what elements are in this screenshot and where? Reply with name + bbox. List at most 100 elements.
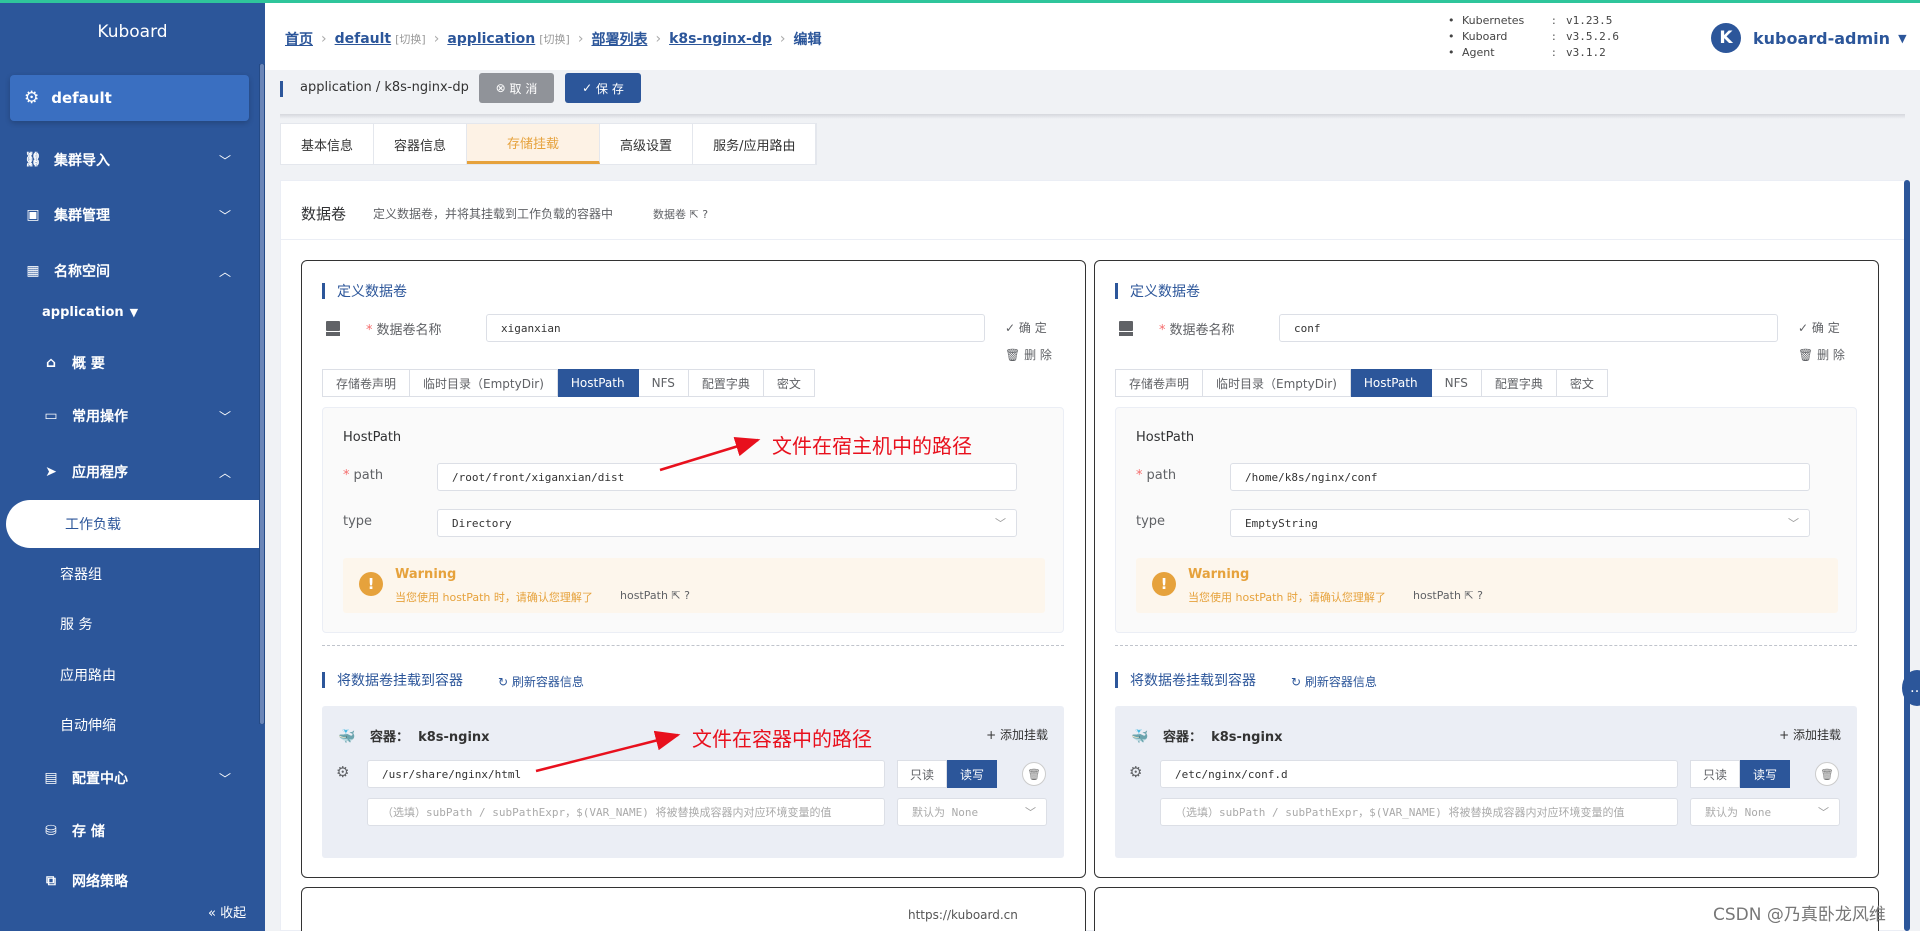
footer-link[interactable]: https://kuboard.cn: [908, 908, 1018, 922]
add-mount-button[interactable]: + 添加挂载: [986, 726, 1048, 743]
delete-button[interactable]: 🗑 删 除: [1798, 346, 1845, 363]
tab-advanced[interactable]: 高级设置: [600, 124, 694, 164]
delete-button[interactable]: 🗑 删 除: [1005, 346, 1052, 363]
access-mode-toggle: 只读 读写: [1690, 760, 1791, 788]
cluster-switch-link[interactable]: [切换]: [395, 31, 426, 47]
disk-icon: [326, 321, 340, 337]
confirm-button[interactable]: ✓ 确 定: [1005, 319, 1047, 336]
avatar: K: [1711, 23, 1741, 53]
volumes-doc-link[interactable]: 数据卷 ⇱ ?: [653, 206, 708, 222]
sidebar-item-autoscaling[interactable]: 自动伸缩: [60, 715, 116, 735]
check-icon: ✓: [1798, 321, 1809, 335]
warning-icon: !: [359, 572, 383, 596]
hostpath-type-select[interactable]: EmptyString ﹀: [1230, 509, 1810, 537]
vtab-secret[interactable]: 密文: [763, 369, 815, 397]
remove-mount-button[interactable]: 🗑: [1815, 762, 1839, 786]
vtab-pvc[interactable]: 存储卷声明: [1115, 369, 1204, 397]
section-define-volume: 定义数据卷: [322, 281, 407, 301]
vtab-pvc[interactable]: 存储卷声明: [322, 369, 411, 397]
vtab-hostpath[interactable]: HostPath: [1350, 369, 1432, 397]
subpath-mode-select[interactable]: 默认为 None ﹀: [897, 798, 1047, 826]
version-row: • Kubernetes: v1.23.5: [1448, 14, 1613, 27]
hostpath-doc-link[interactable]: hostPath ⇱ ?: [620, 589, 690, 602]
sidebar-item-cluster-import[interactable]: ⛓ 集群导入 ﹀: [0, 140, 259, 180]
volume-type-tabs: 存储卷声明 临时目录（EmptyDir) HostPath NFS 配置字典 密…: [322, 369, 815, 397]
tab-container-info[interactable]: 容器信息: [374, 124, 468, 164]
vtab-configmap[interactable]: 配置字典: [688, 369, 764, 397]
action-bar-marker: [280, 81, 283, 97]
brand-logo[interactable]: Kuboard: [0, 0, 265, 64]
namespace-switch-link[interactable]: [切换]: [539, 31, 570, 47]
confirm-button[interactable]: ✓ 确 定: [1798, 319, 1840, 336]
readwrite-option[interactable]: 读写: [1740, 760, 1791, 788]
sidebar-item-network-policy[interactable]: ⧉ 网络策略: [0, 861, 259, 901]
hostpath-doc-link[interactable]: hostPath ⇱ ?: [1413, 589, 1483, 602]
subpath-mode-select[interactable]: 默认为 None ﹀: [1690, 798, 1840, 826]
tab-service-route[interactable]: 服务/应用路由: [693, 124, 817, 164]
sidebar-item-config-center[interactable]: ▤ 配置中心 ﹀: [0, 758, 259, 798]
save-button[interactable]: ✓ 保 存: [565, 73, 641, 103]
breadcrumb-deployment[interactable]: k8s-nginx-dp: [669, 31, 772, 47]
chevron-down-icon: ﹀: [218, 409, 231, 424]
breadcrumb-namespace[interactable]: application: [447, 31, 535, 47]
mount-path-input[interactable]: /etc/nginx/conf.d: [1160, 760, 1678, 788]
disk-icon: [1119, 321, 1133, 337]
docker-icon: 🐳: [1131, 729, 1149, 745]
collapse-sidebar-button[interactable]: « 收起: [208, 902, 246, 921]
host-path-input[interactable]: /home/k8s/nginx/conf: [1230, 463, 1810, 491]
breadcrumb-home[interactable]: 首页: [285, 29, 313, 49]
mount-path-input[interactable]: /usr/share/nginx/html: [367, 760, 885, 788]
hostpath-type-select[interactable]: Directory ﹀: [437, 509, 1017, 537]
refresh-container-button[interactable]: ↻ 刷新容器信息: [1291, 673, 1377, 690]
user-menu[interactable]: K kuboard-admin ▼: [1711, 23, 1907, 53]
tab-storage-mount[interactable]: 存储挂载: [467, 124, 601, 164]
breadcrumb-deployment-list[interactable]: 部署列表: [591, 29, 647, 49]
volume-name-input[interactable]: conf: [1279, 314, 1778, 342]
breadcrumb-cluster[interactable]: default: [335, 31, 392, 47]
subpath-input[interactable]: （选填）subPath / subPathExpr，$(VAR_NAME) 将被…: [1160, 798, 1678, 826]
refresh-container-button[interactable]: ↻ 刷新容器信息: [498, 673, 584, 690]
remove-mount-button[interactable]: 🗑: [1022, 762, 1046, 786]
namespace-selector[interactable]: application ▼: [42, 305, 138, 320]
vtab-configmap[interactable]: 配置字典: [1481, 369, 1557, 397]
readonly-option[interactable]: 只读: [1690, 760, 1741, 788]
vtab-emptydir[interactable]: 临时目录（EmptyDir): [1203, 369, 1351, 397]
cancel-button[interactable]: ⊗ 取 消: [479, 73, 554, 103]
add-mount-button[interactable]: + 添加挂载: [1779, 726, 1841, 743]
path-label: * path: [343, 468, 384, 483]
subpath-input[interactable]: （选填）subPath / subPathExpr，$(VAR_NAME) 将被…: [367, 798, 885, 826]
volume-name-input[interactable]: xiganxian: [486, 314, 985, 342]
sidebar-item-overview[interactable]: ⌂ 概 要: [0, 343, 259, 383]
hostpath-warning: ! Warning 当您使用 hostPath 时，请确认您理解了 hostPa…: [343, 558, 1045, 613]
namespace-name: application: [42, 305, 124, 320]
vtab-hostpath[interactable]: HostPath: [557, 369, 639, 397]
readwrite-option[interactable]: 读写: [947, 760, 998, 788]
breadcrumb-current: 编辑: [793, 32, 822, 48]
sidebar-scroll-thumb[interactable]: [260, 64, 264, 724]
vtab-nfs[interactable]: NFS: [1431, 369, 1482, 397]
sidebar-item-applications[interactable]: ➤ 应用程序 ︿: [0, 452, 259, 492]
host-path-input[interactable]: /root/front/xiganxian/dist: [437, 463, 1017, 491]
sidebar-item-services[interactable]: 服 务: [60, 614, 92, 634]
vtab-nfs[interactable]: NFS: [638, 369, 689, 397]
sidebar-item-pods[interactable]: 容器组: [60, 564, 102, 584]
sidebar-item-common-ops[interactable]: ▭ 常用操作 ﹀: [0, 396, 259, 436]
section-mount-volume: 将数据卷挂载到容器: [322, 670, 463, 690]
vtab-secret[interactable]: 密文: [1556, 369, 1608, 397]
divider: [1115, 645, 1857, 646]
readonly-option[interactable]: 只读: [897, 760, 948, 788]
sidebar-item-ingress[interactable]: 应用路由: [60, 665, 116, 685]
main-scrollbar[interactable]: [1904, 180, 1910, 931]
vtab-emptydir[interactable]: 临时目录（EmptyDir): [410, 369, 558, 397]
sidebar-item-workloads[interactable]: 工作负载: [6, 500, 259, 548]
collapse-label: 收起: [220, 906, 247, 921]
sidebar-scrollbar[interactable]: [259, 64, 265, 724]
chevron-down-icon: ﹀: [218, 771, 231, 786]
sidebar-item-cluster-manage[interactable]: ▣ 集群管理 ﹀: [0, 195, 259, 235]
warning-description: 当您使用 hostPath 时，请确认您理解了: [1188, 591, 1386, 604]
paper-plane-icon: ➤: [45, 464, 57, 480]
sidebar-item-namespace[interactable]: ▦ 名称空间 ︿: [0, 251, 259, 291]
sidebar-item-storage[interactable]: ⛁ 存 储: [0, 811, 259, 851]
cluster-selector[interactable]: ⚙ default: [10, 75, 249, 121]
tab-basic-info[interactable]: 基本信息: [281, 124, 375, 164]
